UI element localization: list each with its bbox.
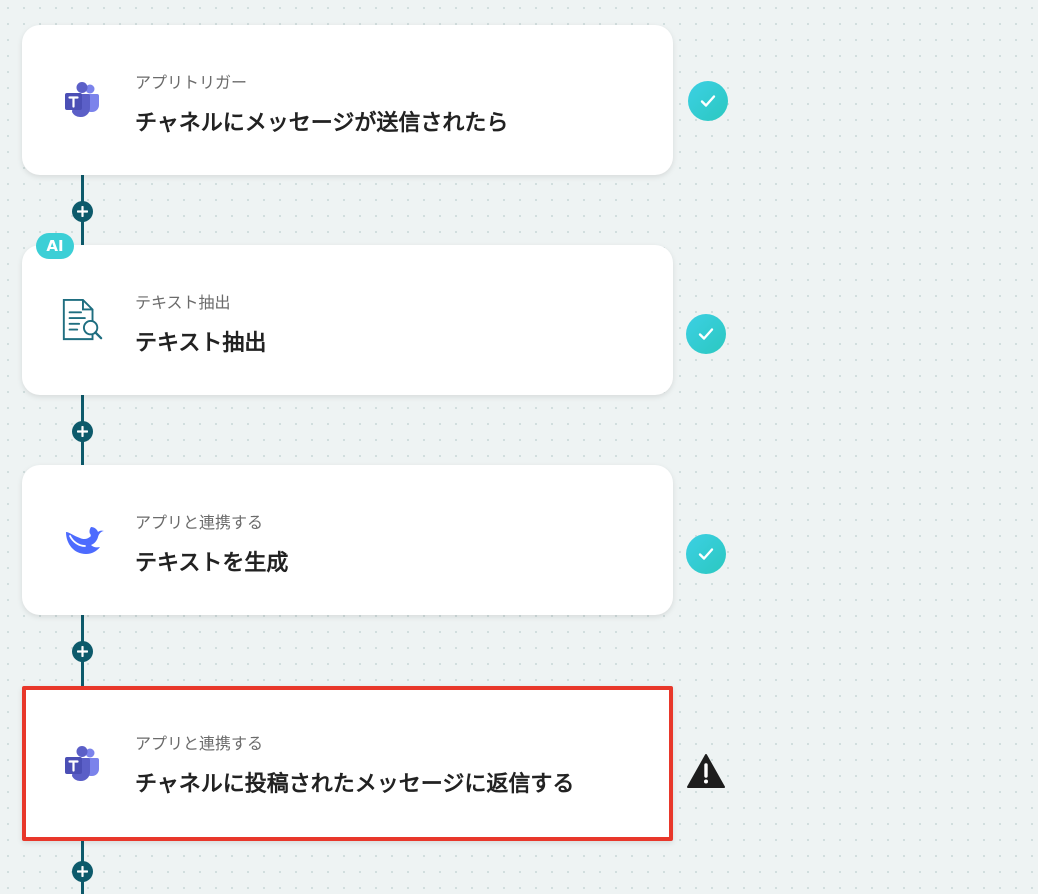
completed-check-icon	[686, 314, 726, 354]
step-title: テキストを生成	[135, 551, 289, 576]
add-step-button[interactable]	[72, 421, 93, 442]
plus-icon	[77, 206, 88, 217]
step-title: チャネルにメッセージが送信されたら	[135, 111, 509, 136]
completed-check-icon	[686, 534, 726, 574]
add-step-button[interactable]	[72, 861, 93, 882]
add-step-button[interactable]	[72, 641, 93, 662]
flow-step-card-selected[interactable]: アプリと連携する チャネルに投稿されたメッセージに返信する	[22, 686, 673, 841]
plus-icon	[77, 866, 88, 877]
plus-icon	[77, 426, 88, 437]
flow-step-card[interactable]: アプリトリガー チャネルにメッセージが送信されたら	[22, 25, 673, 175]
step-type-label: アプリと連携する	[135, 513, 264, 532]
teams-icon	[60, 78, 104, 122]
warning-icon	[686, 751, 726, 791]
teams-icon	[60, 742, 104, 786]
step-type-label: アプリトリガー	[135, 73, 248, 92]
flow-step-card[interactable]: AI テキスト抽出 テキスト抽出	[22, 233, 673, 395]
completed-check-icon	[688, 81, 728, 121]
step-type-label: テキスト抽出	[135, 293, 231, 312]
ai-badge: AI	[36, 233, 74, 259]
flow-step-card[interactable]: アプリと連携する テキストを生成	[22, 465, 673, 615]
step-title: チャネルに投稿されたメッセージに返信する	[135, 772, 575, 797]
add-step-button[interactable]	[72, 201, 93, 222]
step-title: テキスト抽出	[135, 331, 267, 356]
plus-icon	[77, 646, 88, 657]
deepseek-whale-icon	[60, 518, 104, 562]
document-search-icon	[60, 298, 104, 342]
step-type-label: アプリと連携する	[135, 734, 264, 753]
